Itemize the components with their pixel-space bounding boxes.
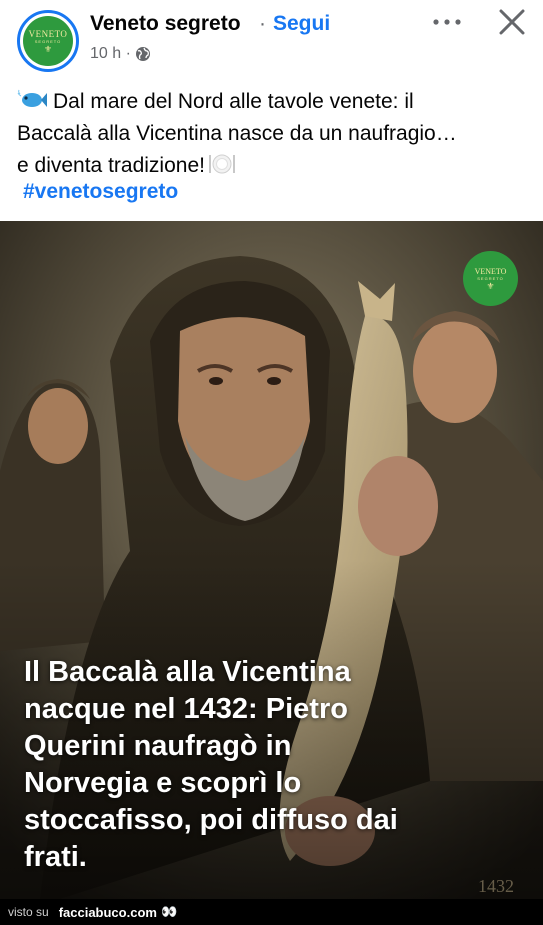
more-options-icon[interactable]: [430, 8, 464, 36]
caption-line: nacque nel 1432: Pietro: [24, 693, 348, 725]
image-caption: Il Baccalà alla Vicentina nacque nel 143…: [24, 654, 494, 876]
fish-icon: [17, 89, 47, 107]
caption-line: Querini naufragò in: [24, 730, 292, 762]
post-line-1: Dal mare del Nord alle tavole venete: il: [17, 86, 532, 118]
separator-dot: ·: [259, 12, 266, 35]
footer-visto-label: visto su: [8, 905, 49, 919]
caption-line: stoccafisso, poi diffuso dai: [24, 804, 398, 836]
avatar-logo-text: VENETO: [28, 28, 68, 39]
post-time[interactable]: 10 h ·: [90, 45, 131, 63]
post-line-3: e diventa tradizione!: [17, 150, 532, 182]
footer-brand: facciabuco.com: [58, 904, 157, 920]
page-name-link[interactable]: Veneto segreto: [90, 12, 241, 36]
caption-line: frati.: [24, 841, 87, 873]
image-logo-text: VENETO: [474, 266, 507, 276]
eyes-icon: 👀: [160, 904, 178, 919]
hashtag-link[interactable]: #venetosegreto: [23, 180, 178, 204]
fleur-icon: ⚜: [486, 280, 495, 291]
globe-icon[interactable]: [135, 46, 151, 62]
close-icon[interactable]: [496, 6, 528, 38]
post-line-1-text: Dal mare del Nord alle tavole venete: il: [53, 90, 414, 113]
plate-cutlery-icon: [208, 154, 235, 174]
post-image[interactable]: VENETO SEGRETO ⚜ Il Baccalà alla Vicenti…: [0, 221, 543, 899]
page-avatar[interactable]: VENETO SEGRETO ⚜: [17, 10, 79, 72]
caption-line: Il Baccalà alla Vicentina: [24, 656, 351, 688]
fleur-icon: ⚜: [43, 43, 53, 54]
post-text: Dal mare del Nord alle tavole venete: il…: [17, 86, 532, 182]
post-meta: 10 h ·: [90, 45, 151, 63]
image-watermark-logo: VENETO SEGRETO ⚜: [463, 251, 518, 306]
post-header: VENETO SEGRETO ⚜ Veneto segreto · Segui …: [0, 0, 543, 80]
watermark-footer: visto su facciabuco.com 👀: [0, 899, 543, 925]
follow-button[interactable]: Segui: [273, 12, 330, 36]
veneto-segreto-logo: VENETO SEGRETO ⚜: [23, 16, 73, 66]
caption-line: Norvegia e scoprì lo: [24, 767, 302, 799]
painting-year-stamp: 1432: [478, 876, 514, 896]
post-line-3-text: e diventa tradizione!: [17, 154, 205, 177]
post-line-2: Baccalà alla Vicentina nasce da un naufr…: [17, 122, 457, 145]
